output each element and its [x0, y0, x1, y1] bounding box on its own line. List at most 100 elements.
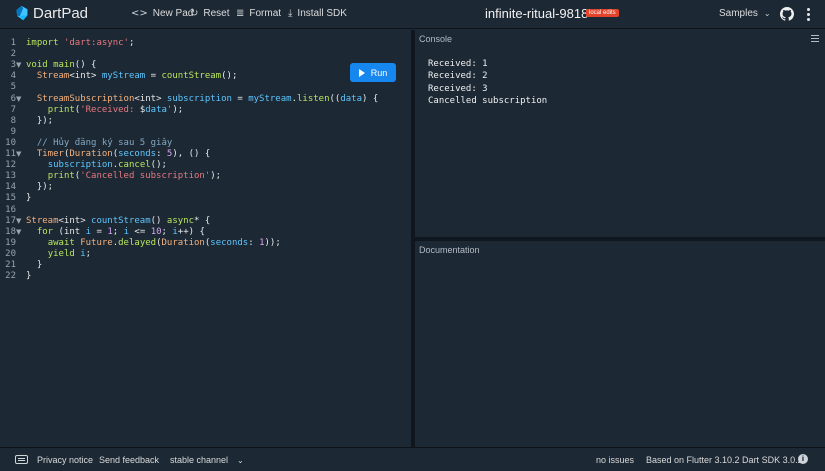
code-line[interactable]: 13 print('Cancelled subscription');	[0, 171, 411, 182]
fold-arrow-icon[interactable]: ▼	[16, 149, 21, 160]
app-brand: DartPad	[33, 5, 89, 22]
code-token: delayed	[118, 237, 157, 248]
code-token: ;	[128, 38, 135, 48]
code-line[interactable]: 20 yield i;	[0, 249, 411, 260]
line-number: 7	[10, 104, 16, 115]
line-number: 1	[10, 38, 16, 48]
code-token: ;	[85, 248, 92, 259]
channel-dropdown[interactable]: stable channel ⌄	[170, 455, 244, 465]
new-pad-button[interactable]: <> New Pad	[131, 8, 193, 19]
more-menu-icon[interactable]	[804, 7, 812, 23]
install-sdk-button[interactable]: ⤓ Install SDK	[288, 8, 347, 19]
privacy-notice-link[interactable]: Privacy notice	[37, 455, 93, 465]
code-token: });	[26, 182, 54, 193]
code-line[interactable]: 14 });	[0, 182, 411, 193]
code-token: for	[36, 226, 59, 237]
code-line[interactable]: 12 subscription.cancel();	[0, 160, 411, 171]
line-number: 14	[5, 182, 16, 193]
refresh-icon: ↻	[190, 8, 199, 19]
code-editor[interactable]: Run 1 import 'dart:async'; 2 3 ▼ void main() …	[0, 30, 411, 447]
code-text: }	[26, 260, 42, 271]
code-token: Stream	[36, 71, 70, 82]
code-token: }	[26, 260, 43, 270]
info-icon[interactable]: i	[798, 454, 808, 464]
code-token: <int>	[69, 71, 102, 82]
format-button[interactable]: ≣ Format	[236, 8, 281, 19]
code-line[interactable]: 10 // Hủy đăng ký sau 5 giây	[0, 138, 411, 149]
code-line[interactable]: 19 await Future.delayed(Duration(seconds…	[0, 238, 411, 249]
line-number: 18	[5, 226, 16, 237]
code-line[interactable]: 6 ▼ StreamSubscription<int> subscription …	[0, 94, 411, 105]
line-number: 9	[10, 126, 16, 137]
code-line[interactable]: 8 });	[0, 116, 411, 127]
code-line[interactable]: 17 ▼ Stream<int> countStream() async* {	[0, 216, 411, 227]
code-token: subscription	[166, 93, 232, 104]
line-number: 8	[10, 115, 16, 126]
fold-arrow-icon[interactable]: ▼	[16, 227, 21, 238]
code-token: <int>	[58, 215, 92, 226]
code-line[interactable]: 5	[0, 82, 411, 93]
chevron-down-icon: ⌄	[763, 9, 771, 18]
code-line[interactable]: 3 ▼ void main() {	[0, 60, 411, 71]
keyboard-icon[interactable]	[15, 455, 28, 464]
code-text: print('Cancelled subscription');	[26, 171, 221, 182]
code-token: <int>	[134, 93, 167, 104]
channel-label: stable channel	[170, 455, 229, 465]
documentation-title: Documentation	[419, 245, 480, 255]
code-line[interactable]: 11 ▼ Timer(Duration(seconds: 5), () {	[0, 149, 411, 160]
code-token: 'dart:async'	[63, 38, 129, 48]
code-line[interactable]: 22}	[0, 271, 411, 282]
fold-arrow-icon[interactable]: ▼	[16, 216, 21, 227]
console-title: Console	[419, 34, 453, 44]
send-feedback-link[interactable]: Send feedback	[99, 455, 159, 465]
console-line: Received: 3	[428, 83, 488, 94]
code-token: * {	[194, 215, 211, 226]
code-token: :	[156, 149, 167, 159]
code-icon: <>	[131, 8, 148, 19]
code-line[interactable]: 7 print('Received: $data');	[0, 105, 411, 116]
install-sdk-label: Install SDK	[297, 8, 347, 19]
code-text: for (int i = 1; i <= 10; i++) {	[26, 227, 205, 238]
code-text: // Hủy đăng ký sau 5 giây	[26, 138, 172, 149]
code-line[interactable]: 2	[0, 49, 411, 60]
code-token: yield	[47, 248, 81, 259]
issues-status[interactable]: no issues	[596, 455, 634, 465]
code-line[interactable]: 9	[0, 127, 411, 138]
console-menu-icon[interactable]	[811, 35, 819, 44]
code-token: Stream	[26, 215, 59, 226]
code-line[interactable]: 1 import 'dart:async';	[0, 38, 411, 49]
code-text: StreamSubscription<int> subscription = m…	[26, 94, 378, 105]
code-token: =	[145, 71, 162, 82]
code-token: void	[26, 60, 54, 71]
sdk-version: Based on Flutter 3.10.2 Dart SDK 3.0.2	[646, 455, 803, 465]
code-token: Duration	[161, 237, 205, 248]
github-icon[interactable]	[780, 7, 794, 21]
code-token: myStream	[101, 71, 146, 82]
code-text: Timer(Duration(seconds: 5), () {	[26, 149, 210, 160]
code-token: countStream	[161, 71, 222, 82]
reset-button[interactable]: ↻ Reset	[190, 8, 230, 19]
format-label: Format	[249, 8, 282, 19]
download-icon: ⤓	[288, 8, 293, 19]
code-line[interactable]: 15}	[0, 193, 411, 204]
code-token: cancel	[118, 160, 151, 171]
fold-arrow-icon[interactable]: ▼	[16, 60, 21, 71]
code-line[interactable]: 16	[0, 205, 411, 216]
code-text: });	[26, 182, 53, 193]
line-number: 5	[10, 82, 16, 93]
code-text: }	[26, 271, 31, 282]
code-text: await Future.delayed(Duration(seconds: 1…	[26, 238, 281, 249]
code-token: ((	[329, 93, 341, 104]
code-token: <=	[129, 226, 151, 237]
code-token: () {	[74, 60, 97, 71]
code-line[interactable]: 4 Stream<int> myStream = countStream();	[0, 71, 411, 82]
code-token: data	[340, 93, 363, 104]
code-line[interactable]: 18 ▼ for (int i = 1; i <= 10; i++) {	[0, 227, 411, 238]
line-number: 11	[5, 149, 16, 159]
fold-arrow-icon[interactable]: ▼	[16, 94, 21, 105]
samples-dropdown[interactable]: Samples ⌄	[719, 8, 771, 19]
code-line[interactable]: 21 }	[0, 260, 411, 271]
line-number: 3	[10, 60, 16, 71]
